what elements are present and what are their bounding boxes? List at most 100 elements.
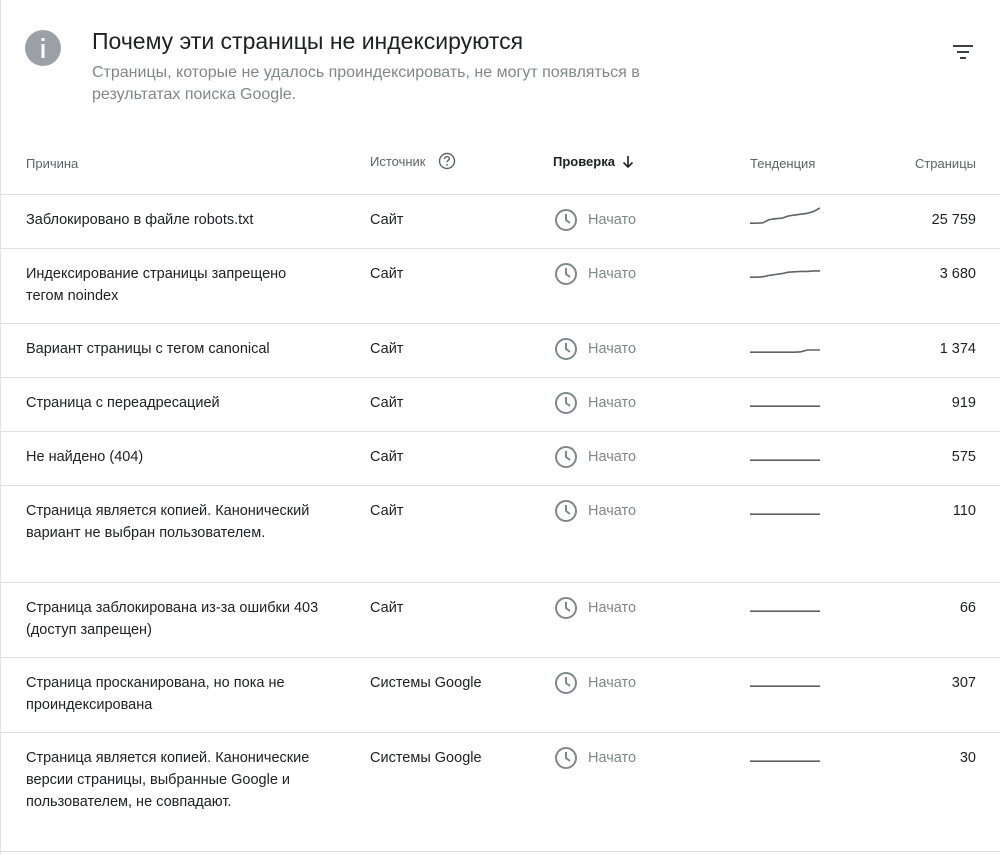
table-row[interactable]: Не найдено (404) Сайт Начато 575 bbox=[1, 432, 1000, 486]
row-source: Системы Google bbox=[370, 750, 482, 766]
clock-icon bbox=[555, 597, 577, 619]
sparkline-chart bbox=[750, 513, 820, 516]
row-trend-sparkline bbox=[750, 668, 822, 690]
row-source: Сайт bbox=[370, 600, 404, 616]
sparkline-chart bbox=[750, 610, 820, 613]
sparkline-line bbox=[750, 270, 820, 279]
row-status-label: Начато bbox=[588, 503, 637, 519]
row-source: Сайт bbox=[370, 449, 404, 465]
row-pages-count: 575 bbox=[951, 449, 976, 465]
row-status: Начато bbox=[554, 596, 636, 620]
row-source: Сайт bbox=[370, 266, 404, 282]
column-header-trend: Тенденция bbox=[750, 156, 816, 171]
row-reason: Заблокировано в файле robots.txt bbox=[26, 212, 254, 228]
index-issues-card: Почему эти страницы не индексируются Стр… bbox=[0, 0, 1000, 855]
sparkline-chart bbox=[750, 349, 820, 354]
sparkline-chart bbox=[750, 685, 820, 688]
help-icon[interactable] bbox=[438, 152, 456, 170]
table-row[interactable]: Заблокировано в файле robots.txt Сайт Нача… bbox=[1, 195, 1000, 249]
card-subtitle: Страницы, которые не удалось проиндексир… bbox=[92, 64, 640, 103]
row-pages-count: 110 bbox=[952, 503, 976, 519]
row-status-label: Начато bbox=[588, 395, 637, 411]
sparkline-chart bbox=[750, 760, 820, 763]
card-title: Почему эти страницы не индексируются bbox=[92, 28, 524, 54]
column-header-source[interactable]: Источник bbox=[370, 152, 456, 170]
row-trend-sparkline bbox=[750, 205, 822, 227]
card-header: Почему эти страницы не индексируются Стр… bbox=[1, 0, 1000, 130]
clock-icon bbox=[555, 392, 577, 414]
row-source: Системы Google bbox=[370, 675, 482, 691]
row-trend-sparkline bbox=[750, 388, 822, 410]
sparkline-chart bbox=[750, 459, 820, 462]
row-status: Начато bbox=[554, 499, 636, 523]
clock-icon bbox=[555, 446, 577, 468]
row-source: Сайт bbox=[370, 212, 404, 228]
row-reason: Страница с переадресацией bbox=[26, 395, 220, 411]
sparkline-line bbox=[750, 349, 820, 354]
sparkline-chart bbox=[750, 270, 820, 279]
row-status-label: Начато bbox=[588, 750, 637, 766]
table-body: Заблокировано в файле robots.txt Сайт Нача… bbox=[1, 195, 1000, 852]
row-status-label: Начато bbox=[588, 600, 637, 616]
arrow-down-icon bbox=[622, 155, 634, 168]
row-trend-sparkline bbox=[750, 259, 822, 281]
row-pages-count: 1 374 bbox=[939, 341, 976, 357]
table-row[interactable]: Страница является копией. Канонический в… bbox=[1, 486, 1000, 583]
row-status: Начато bbox=[554, 262, 636, 286]
column-header-reason[interactable]: Причина bbox=[26, 156, 78, 171]
clock-icon bbox=[555, 747, 577, 769]
row-status: Начато bbox=[554, 445, 636, 469]
row-trend-sparkline bbox=[750, 334, 822, 356]
row-status: Начато bbox=[554, 671, 636, 695]
table-row[interactable]: Страница является копией. Канонические в… bbox=[1, 733, 1000, 852]
clock-icon bbox=[555, 209, 577, 231]
row-status: Начато bbox=[554, 208, 636, 232]
row-trend-sparkline bbox=[750, 496, 822, 518]
row-status: Начато bbox=[554, 746, 636, 770]
row-pages-count: 25 759 bbox=[931, 212, 976, 228]
clock-icon bbox=[555, 500, 577, 522]
row-pages-count: 66 bbox=[959, 600, 976, 616]
row-reason: Страница просканирована, но пока не прои… bbox=[26, 675, 285, 713]
table-row[interactable]: Страница заблокирована из-за ошибки 403 … bbox=[1, 583, 1000, 658]
column-header-source-label: Источник bbox=[370, 153, 426, 169]
table-row[interactable]: Страница с переадресацией Сайт Начато 919 bbox=[1, 378, 1000, 432]
table-row[interactable]: Вариант страницы с тегом canonical Сайт На… bbox=[1, 324, 1000, 378]
row-status: Начато bbox=[554, 391, 636, 415]
column-header-pages[interactable]: Страницы bbox=[915, 156, 976, 171]
row-pages-count: 919 bbox=[951, 395, 976, 411]
row-source: Сайт bbox=[370, 341, 404, 357]
row-status-label: Начато bbox=[588, 266, 637, 282]
row-reason: Не найдено (404) bbox=[26, 449, 144, 465]
row-trend-sparkline bbox=[750, 593, 822, 615]
row-reason: Страница заблокирована из-за ошибки 403 … bbox=[26, 600, 319, 638]
row-status-label: Начато bbox=[588, 449, 637, 465]
filter-icon bbox=[953, 45, 973, 59]
info-icon bbox=[25, 30, 61, 66]
filter-button[interactable] bbox=[947, 36, 979, 68]
row-reason: Страница является копией. Канонический в… bbox=[26, 503, 310, 541]
row-source: Сайт bbox=[370, 395, 404, 411]
table-header: Причина Источник Проверка Тенденция Стра… bbox=[1, 134, 1000, 195]
row-trend-sparkline bbox=[750, 743, 822, 765]
sparkline-line bbox=[750, 207, 820, 225]
column-header-check[interactable]: Проверка bbox=[553, 154, 635, 169]
row-status-label: Начато bbox=[588, 212, 637, 228]
row-reason: Индексирование страницы запрещено тегом … bbox=[26, 266, 287, 304]
clock-icon bbox=[555, 263, 577, 285]
clock-icon bbox=[555, 338, 577, 360]
row-pages-count: 30 bbox=[959, 750, 976, 766]
sparkline-chart bbox=[750, 207, 820, 225]
row-reason: Страница является копией. Канонические в… bbox=[26, 750, 310, 810]
clock-icon bbox=[555, 672, 577, 694]
row-status-label: Начато bbox=[588, 341, 637, 357]
column-header-check-label: Проверка bbox=[553, 154, 615, 169]
row-trend-sparkline bbox=[750, 442, 822, 464]
row-pages-count: 3 680 bbox=[939, 266, 976, 282]
table-row[interactable]: Индексирование страницы запрещено тегом … bbox=[1, 249, 1000, 324]
table-row[interactable]: Страница просканирована, но пока не прои… bbox=[1, 658, 1000, 733]
row-pages-count: 307 bbox=[951, 675, 976, 691]
row-status-label: Начато bbox=[588, 675, 637, 691]
row-reason: Вариант страницы с тегом canonical bbox=[26, 341, 270, 357]
row-status: Начато bbox=[554, 337, 636, 361]
